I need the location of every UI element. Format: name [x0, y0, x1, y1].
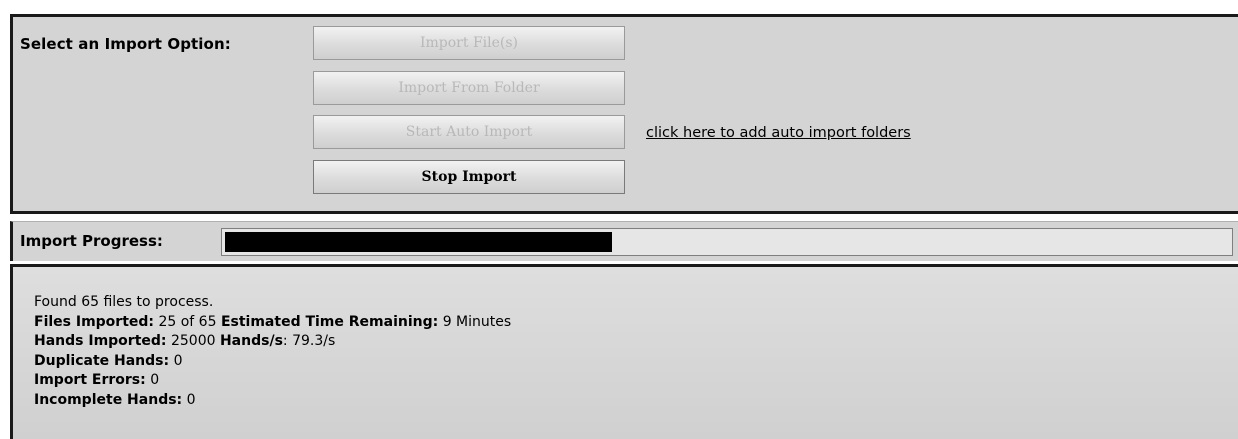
import-progress-label: Import Progress:: [20, 232, 163, 250]
time-remaining-value: 9 Minutes: [442, 313, 512, 330]
import-files-button[interactable]: Import File(s): [313, 26, 625, 60]
incomplete-hands-value: 0: [186, 391, 196, 408]
log-hands-imported-line: Hands Imported: 25000 Hands/s: 79.3/s: [34, 332, 511, 352]
import-options-panel: Select an Import Option: Import File(s) …: [10, 14, 1238, 214]
hands-imported-label: Hands Imported:: [34, 333, 167, 349]
hands-imported-value: 25000: [170, 333, 216, 349]
import-options-label: Select an Import Option:: [20, 35, 231, 53]
import-errors-value: 0: [150, 372, 160, 388]
incomplete-hands-label: Incomplete Hands:: [34, 391, 183, 408]
import-log-panel: Found 65 files to process. Files Importe…: [10, 264, 1238, 439]
duplicate-hands-value: 0: [173, 352, 183, 369]
import-from-folder-button[interactable]: Import From Folder: [313, 71, 625, 105]
log-found-line: Found 65 files to process.: [34, 293, 511, 313]
log-duplicate-line: Duplicate Hands: 0: [34, 352, 511, 372]
import-progress-bar: [221, 228, 1233, 256]
files-imported-label: Files Imported:: [34, 313, 155, 330]
log-files-imported-line: Files Imported: 25 of 65 Estimated Time …: [34, 313, 511, 333]
files-imported-value: 25 of 65: [158, 313, 217, 330]
hands-per-second-label: Hands/s: [219, 333, 283, 349]
import-progress-fill: [225, 232, 612, 252]
log-incomplete-line: Incomplete Hands: 0: [34, 391, 511, 411]
start-auto-import-button[interactable]: Start Auto Import: [313, 115, 625, 149]
time-remaining-label: Estimated Time Remaining:: [220, 313, 439, 330]
import-errors-label: Import Errors:: [34, 372, 146, 388]
hands-per-second-value: : 79.3/s: [282, 333, 336, 349]
import-progress-row: Import Progress:: [10, 221, 1238, 261]
duplicate-hands-label: Duplicate Hands:: [34, 352, 170, 369]
add-auto-import-folders-link[interactable]: click here to add auto import folders: [646, 125, 911, 141]
log-errors-line: Import Errors: 0: [34, 371, 511, 391]
stop-import-button[interactable]: Stop Import: [313, 160, 625, 194]
found-files-text: Found 65 files to process.: [34, 294, 214, 310]
import-log: Found 65 files to process. Files Importe…: [34, 293, 511, 410]
